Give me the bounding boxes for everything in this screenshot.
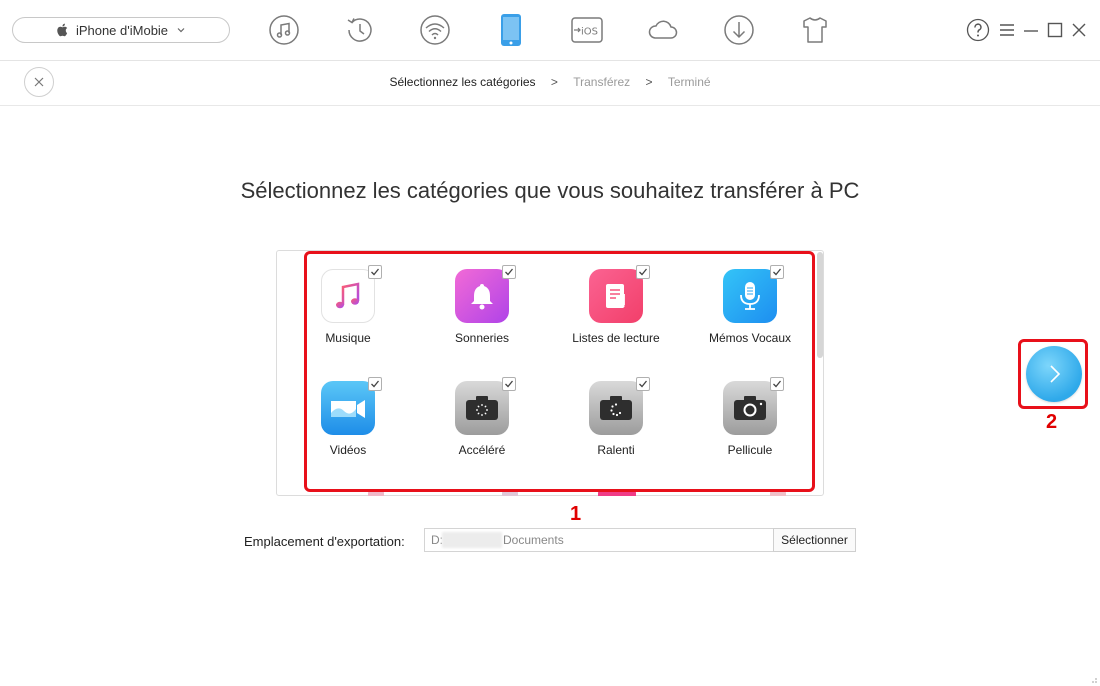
breadcrumb-separator: > bbox=[645, 75, 653, 89]
wifi-sync-icon[interactable] bbox=[418, 13, 452, 47]
chevron-right-icon bbox=[1050, 365, 1061, 383]
voice-memos-checkbox[interactable] bbox=[770, 265, 784, 279]
breadcrumb-bar: Sélectionnez les catégories > Transférez… bbox=[0, 61, 1100, 106]
page-title: Sélectionnez les catégories que vous sou… bbox=[240, 178, 860, 203]
bell-icon bbox=[455, 269, 509, 323]
checkmark-icon bbox=[773, 268, 782, 276]
category-item-timelapse[interactable]: Accéléré bbox=[422, 377, 542, 481]
category-label: Mémos Vocaux bbox=[708, 331, 792, 345]
top-toolbar: iPhone d'iMobie iOS bbox=[0, 0, 1100, 61]
video-camera-icon bbox=[321, 381, 375, 435]
partial-category-icon bbox=[598, 490, 636, 496]
icloud-icon[interactable] bbox=[646, 13, 680, 47]
timelapse-checkbox[interactable] bbox=[502, 377, 516, 391]
category-item-camera-roll[interactable]: Pellicule bbox=[690, 377, 810, 481]
checkmark-icon bbox=[773, 380, 782, 388]
export-path-input[interactable] bbox=[424, 528, 774, 552]
export-location-label: Emplacement d'exportation: bbox=[244, 534, 405, 549]
chevron-down-icon bbox=[177, 28, 185, 33]
category-label: Listes de lecture bbox=[572, 331, 660, 345]
category-item-ringtones[interactable]: Sonneries bbox=[422, 265, 542, 369]
slowmo-checkbox[interactable] bbox=[636, 377, 650, 391]
annotation-number-1: 1 bbox=[570, 503, 582, 525]
partial-category-icon bbox=[770, 490, 786, 496]
download-icon[interactable] bbox=[722, 13, 756, 47]
select-folder-button[interactable]: Sélectionner bbox=[773, 528, 856, 552]
category-label: Musique bbox=[325, 331, 371, 345]
menu-icon[interactable] bbox=[997, 20, 1017, 40]
breadcrumb-step-select: Sélectionnez les catégories bbox=[389, 75, 536, 89]
music-note-icon bbox=[321, 269, 375, 323]
breadcrumb-step-transfer: Transférez bbox=[573, 75, 631, 89]
resize-grip-icon[interactable] bbox=[1088, 674, 1098, 684]
slowmo-camera-icon bbox=[589, 381, 643, 435]
category-item-voice-memos[interactable]: Mémos Vocaux bbox=[690, 265, 810, 369]
category-item-playlists[interactable]: Listes de lecture bbox=[556, 265, 676, 369]
category-label: Accéléré bbox=[458, 443, 506, 457]
camera-roll-checkbox[interactable] bbox=[770, 377, 784, 391]
close-window-icon[interactable] bbox=[1069, 20, 1089, 40]
category-item-music[interactable]: Musique bbox=[288, 265, 408, 369]
iphone-icon[interactable] bbox=[494, 13, 528, 47]
category-label: Sonneries bbox=[454, 331, 510, 345]
category-label: Pellicule bbox=[727, 443, 773, 457]
checkmark-icon bbox=[505, 380, 514, 388]
ios-mover-icon[interactable]: iOS bbox=[570, 13, 604, 47]
checkmark-icon bbox=[371, 380, 380, 388]
ringtones-checkbox[interactable] bbox=[502, 265, 516, 279]
breadcrumb: Sélectionnez les catégories > Transférez… bbox=[0, 75, 1100, 89]
videos-checkbox[interactable] bbox=[368, 377, 382, 391]
next-button[interactable] bbox=[1026, 346, 1082, 402]
category-item-slowmo[interactable]: Ralenti bbox=[556, 377, 676, 481]
device-name: iPhone d'iMobie bbox=[75, 22, 169, 38]
help-icon[interactable] bbox=[966, 18, 990, 42]
category-label: Vidéos bbox=[329, 443, 367, 457]
partial-category-icon bbox=[502, 490, 518, 496]
minimize-icon[interactable] bbox=[1021, 20, 1041, 40]
playlist-icon bbox=[589, 269, 643, 323]
checkmark-icon bbox=[639, 380, 648, 388]
breadcrumb-step-done: Terminé bbox=[667, 75, 711, 89]
category-label: Ralenti bbox=[597, 443, 635, 457]
category-item-videos[interactable]: Vidéos bbox=[288, 377, 408, 481]
history-icon[interactable] bbox=[342, 13, 376, 47]
checkmark-icon bbox=[371, 268, 380, 276]
maximize-icon[interactable] bbox=[1045, 20, 1065, 40]
annotation-number-2: 2 bbox=[1046, 411, 1058, 433]
category-panel: Musique Sonneries Listes de lecture Mémo… bbox=[276, 250, 824, 496]
playlists-checkbox[interactable] bbox=[636, 265, 650, 279]
apple-icon bbox=[57, 23, 68, 37]
checkmark-icon bbox=[639, 268, 648, 276]
tshirt-icon[interactable] bbox=[798, 13, 832, 47]
breadcrumb-separator: > bbox=[550, 75, 558, 89]
microphone-icon bbox=[723, 269, 777, 323]
svg-text:iOS: iOS bbox=[581, 27, 598, 38]
camera-icon bbox=[723, 381, 777, 435]
device-selector[interactable]: iPhone d'iMobie bbox=[12, 17, 230, 43]
itunes-library-icon[interactable] bbox=[267, 13, 301, 47]
category-scrollbar[interactable] bbox=[817, 252, 823, 358]
music-checkbox[interactable] bbox=[368, 265, 382, 279]
partial-category-icon bbox=[368, 490, 384, 496]
checkmark-icon bbox=[505, 268, 514, 276]
timelapse-camera-icon bbox=[455, 381, 509, 435]
